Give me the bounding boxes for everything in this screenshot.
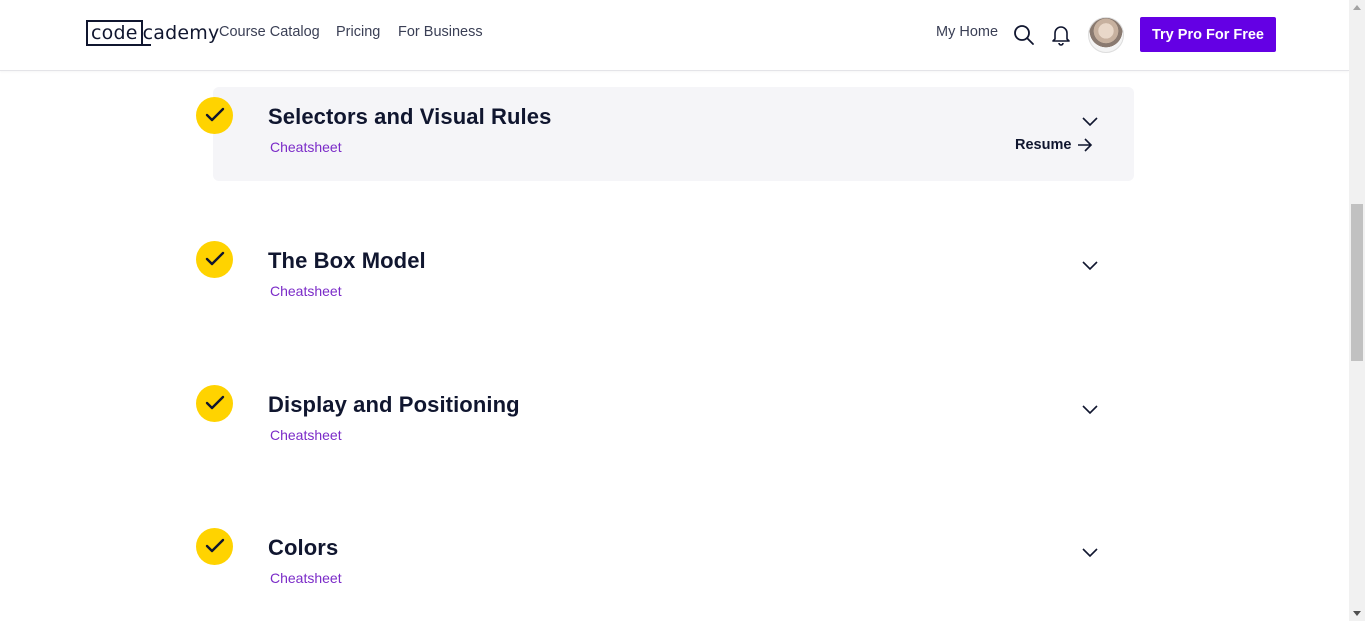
module-title[interactable]: Display and Positioning <box>268 392 520 418</box>
module-item[interactable]: Colors Cheatsheet <box>196 518 1136 614</box>
cheatsheet-link[interactable]: Cheatsheet <box>270 283 342 299</box>
cheatsheet-link[interactable]: Cheatsheet <box>270 139 342 155</box>
logo-boxed-text: code <box>86 20 143 46</box>
bell-icon[interactable] <box>1051 24 1073 46</box>
chevron-down-icon[interactable] <box>1082 258 1098 276</box>
scroll-up-icon[interactable] <box>1353 5 1361 10</box>
cheatsheet-link[interactable]: Cheatsheet <box>270 570 342 586</box>
module-title[interactable]: Colors <box>268 535 338 561</box>
check-icon <box>196 97 233 134</box>
nav-pricing[interactable]: Pricing <box>336 24 380 40</box>
module-title[interactable]: Selectors and Visual Rules <box>268 104 551 130</box>
chevron-down-icon[interactable] <box>1082 402 1098 420</box>
module-title[interactable]: The Box Model <box>268 248 426 274</box>
check-icon <box>196 528 233 565</box>
page-scrollbar[interactable] <box>1349 0 1365 621</box>
check-icon <box>196 241 233 278</box>
logo-rest-text: cademy <box>142 22 220 46</box>
chevron-down-icon[interactable] <box>1082 545 1098 563</box>
module-item[interactable]: The Box Model Cheatsheet <box>196 231 1136 327</box>
chevron-down-icon[interactable] <box>1082 114 1098 132</box>
module-item[interactable]: Display and Positioning Cheatsheet <box>196 375 1136 471</box>
nav-course-catalog[interactable]: Course Catalog <box>219 24 320 40</box>
search-icon[interactable] <box>1013 24 1035 46</box>
nav-for-business[interactable]: For Business <box>398 24 483 40</box>
my-home-link[interactable]: My Home <box>936 24 998 40</box>
module-item[interactable]: Selectors and Visual Rules Cheatsheet Re… <box>196 87 1136 183</box>
module-highlight-panel <box>213 87 1134 181</box>
try-pro-button[interactable]: Try Pro For Free <box>1140 17 1276 52</box>
avatar[interactable] <box>1088 17 1124 53</box>
arrow-right-icon <box>1078 138 1093 152</box>
check-icon <box>196 385 233 422</box>
scrollbar-thumb[interactable] <box>1351 204 1363 361</box>
cheatsheet-link[interactable]: Cheatsheet <box>270 427 342 443</box>
scroll-down-icon[interactable] <box>1353 611 1361 616</box>
resume-button[interactable]: Resume <box>1015 137 1093 153</box>
top-navigation-bar: code cademy Course Catalog Pricing For B… <box>0 0 1349 71</box>
resume-label: Resume <box>1015 137 1072 153</box>
codecademy-logo[interactable]: code cademy <box>86 19 219 46</box>
